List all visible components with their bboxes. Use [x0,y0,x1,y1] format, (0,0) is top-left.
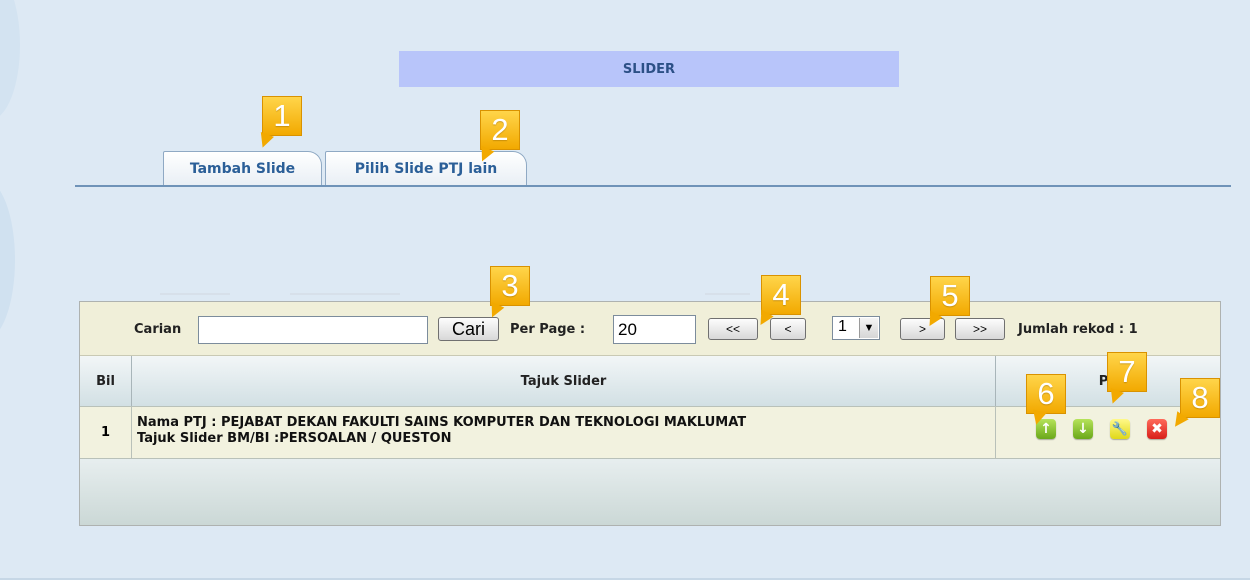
per-page-input[interactable] [613,315,696,344]
row-number: 1 [80,407,132,458]
search-toolbar: Carian Cari Per Page : << < 1 ▼ > >> Jum… [80,302,1220,356]
column-header-tajuk-slider: Tajuk Slider [132,356,996,406]
page-select-value: 1 [838,318,847,335]
slider-title: Tajuk Slider BM/BI :PERSOALAN / QUESTON [137,431,452,446]
first-page-button[interactable]: << [708,318,758,340]
decorative-line [705,293,750,295]
decorative-arc [0,0,20,120]
tab-underline [75,185,1231,187]
chevron-down-icon[interactable]: ▼ [859,318,878,338]
callout-4: 4 [761,275,801,315]
page-title: SLIDER [399,51,899,87]
callout-3: 3 [490,266,530,306]
last-page-button[interactable]: >> [955,318,1005,340]
page-background: SLIDER Tambah Slide Pilih Slide PTJ lain… [0,0,1250,580]
callout-8: 8 [1180,378,1220,418]
callout-1: 1 [262,96,302,136]
record-count: Jumlah rekod : 1 [1018,322,1138,337]
column-header-bil: Bil [80,356,132,406]
decorative-line [160,293,230,295]
page-select[interactable]: 1 ▼ [832,316,880,340]
tab-tambah-slide[interactable]: Tambah Slide [163,151,322,185]
callout-6: 6 [1026,374,1066,414]
search-button[interactable]: Cari [438,317,499,341]
callout-5: 5 [930,276,970,316]
slider-title-cell: Nama PTJ : PEJABAT DEKAN FAKULTI SAINS K… [132,407,996,458]
ptj-name: Nama PTJ : PEJABAT DEKAN FAKULTI SAINS K… [137,415,747,430]
callout-2: 2 [480,110,520,150]
callout-7: 7 [1107,352,1147,392]
arrow-down-icon[interactable]: ↓ [1073,419,1093,439]
wrench-icon[interactable]: 🔧 [1110,419,1130,439]
decorative-line [290,293,400,295]
table-footer [80,459,1220,525]
search-input[interactable] [198,316,428,344]
per-page-label: Per Page : [510,322,586,337]
tab-pilih-slide-ptj-lain[interactable]: Pilih Slide PTJ lain [325,151,527,185]
search-label: Carian [134,322,182,337]
delete-icon[interactable]: ✖ [1147,419,1167,439]
decorative-arc [0,180,15,340]
prev-page-button[interactable]: < [770,318,806,340]
